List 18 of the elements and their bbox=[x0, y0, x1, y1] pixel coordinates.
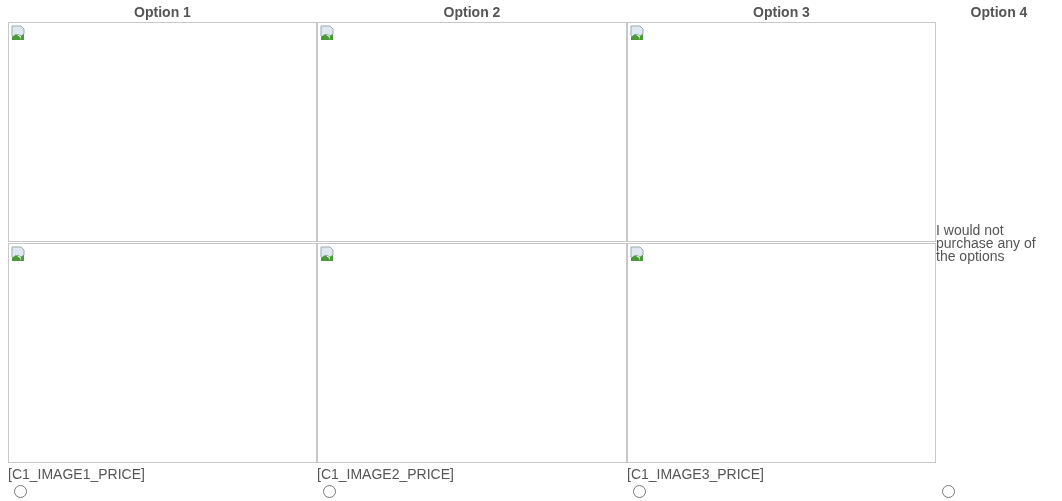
radio-button[interactable] bbox=[633, 485, 646, 498]
radio-button[interactable] bbox=[942, 485, 955, 498]
option-heading: Option 1 bbox=[133, 3, 192, 22]
price-text: [C1_IMAGE1_PRICE] bbox=[8, 466, 145, 482]
radio-button[interactable] bbox=[323, 485, 336, 498]
broken-image-icon bbox=[320, 25, 336, 41]
broken-image-icon bbox=[630, 25, 646, 41]
option-heading: Option 2 bbox=[442, 3, 502, 22]
broken-image-icon bbox=[11, 246, 27, 262]
broken-image-icon bbox=[630, 246, 646, 262]
option-heading: Option 3 bbox=[752, 3, 811, 22]
option-heading: Option 4 bbox=[969, 3, 1029, 22]
broken-image-icon bbox=[11, 25, 27, 41]
broken-image-icon bbox=[320, 246, 336, 262]
price-text: [C1_IMAGE2_PRICE] bbox=[317, 466, 454, 482]
option-label: I would not purchase any of the options bbox=[936, 223, 1036, 263]
radio-button[interactable] bbox=[14, 485, 27, 498]
price-text: [C1_IMAGE3_PRICE] bbox=[627, 466, 764, 482]
